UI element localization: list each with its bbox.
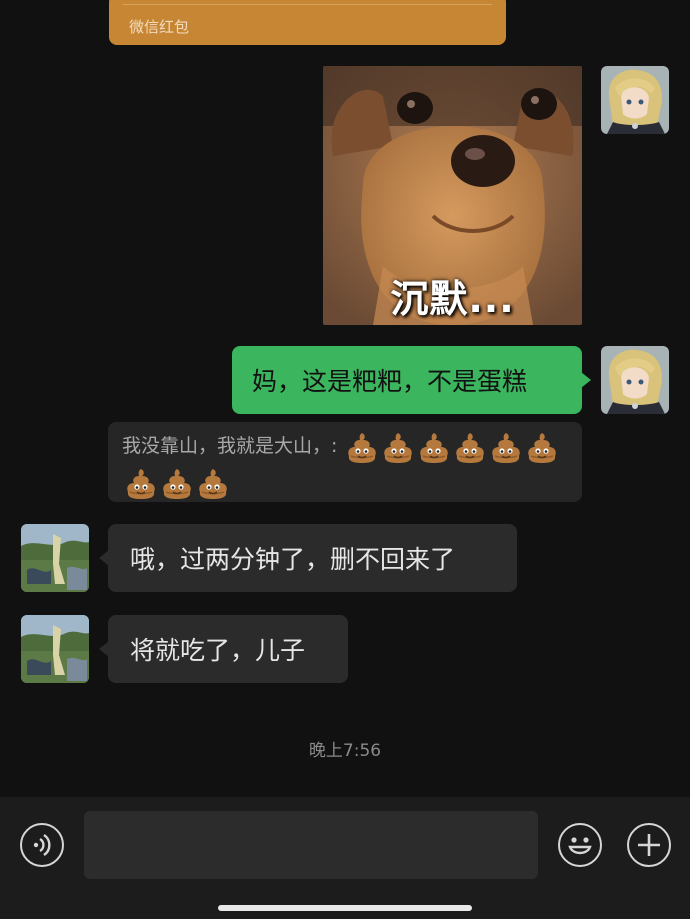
poop-emoji xyxy=(528,432,557,463)
poop-emoji xyxy=(384,432,413,463)
poop-emoji xyxy=(492,432,521,463)
message-input[interactable] xyxy=(84,811,538,879)
received-message-bubble[interactable]: 哦，过两分钟了，删不回来了 xyxy=(99,524,517,592)
poop-emoji xyxy=(199,468,227,499)
poop-emoji xyxy=(420,432,449,463)
poop-emoji xyxy=(127,468,155,499)
poop-emoji xyxy=(456,432,485,463)
chat-screen: 微信红包 沉默... 妈，这是粑粑，不是蛋糕 我没靠山，我就是大山，: 哦，过两… xyxy=(0,0,690,919)
sticker-caption: 沉默... xyxy=(390,277,515,321)
emoji-icon[interactable] xyxy=(558,823,602,867)
plus-icon[interactable] xyxy=(627,823,671,867)
home-indicator[interactable] xyxy=(218,905,472,911)
poop-emoji xyxy=(163,468,191,499)
red-packet-message[interactable]: 微信红包 xyxy=(109,0,506,45)
contact-avatar[interactable] xyxy=(21,524,89,592)
chat-timestamp: 晚上7:56 xyxy=(308,741,382,761)
dog-sticker-image[interactable]: 沉默... xyxy=(323,66,582,325)
red-packet-label: 微信红包 xyxy=(129,18,190,36)
received-message-bubble[interactable]: 将就吃了，儿子 xyxy=(99,615,348,683)
quoted-message[interactable]: 我没靠山，我就是大山，: xyxy=(108,422,582,502)
input-bar xyxy=(0,797,690,919)
quoted-message-text: 我没靠山，我就是大山，: xyxy=(122,435,338,457)
sent-message-bubble[interactable]: 妈，这是粑粑，不是蛋糕 xyxy=(232,346,591,414)
contact-avatar[interactable] xyxy=(21,615,89,683)
red-packet-divider xyxy=(123,4,492,5)
my-avatar[interactable] xyxy=(601,66,669,134)
my-avatar[interactable] xyxy=(601,346,669,414)
poop-emoji xyxy=(348,432,377,463)
voice-icon[interactable] xyxy=(20,823,64,867)
